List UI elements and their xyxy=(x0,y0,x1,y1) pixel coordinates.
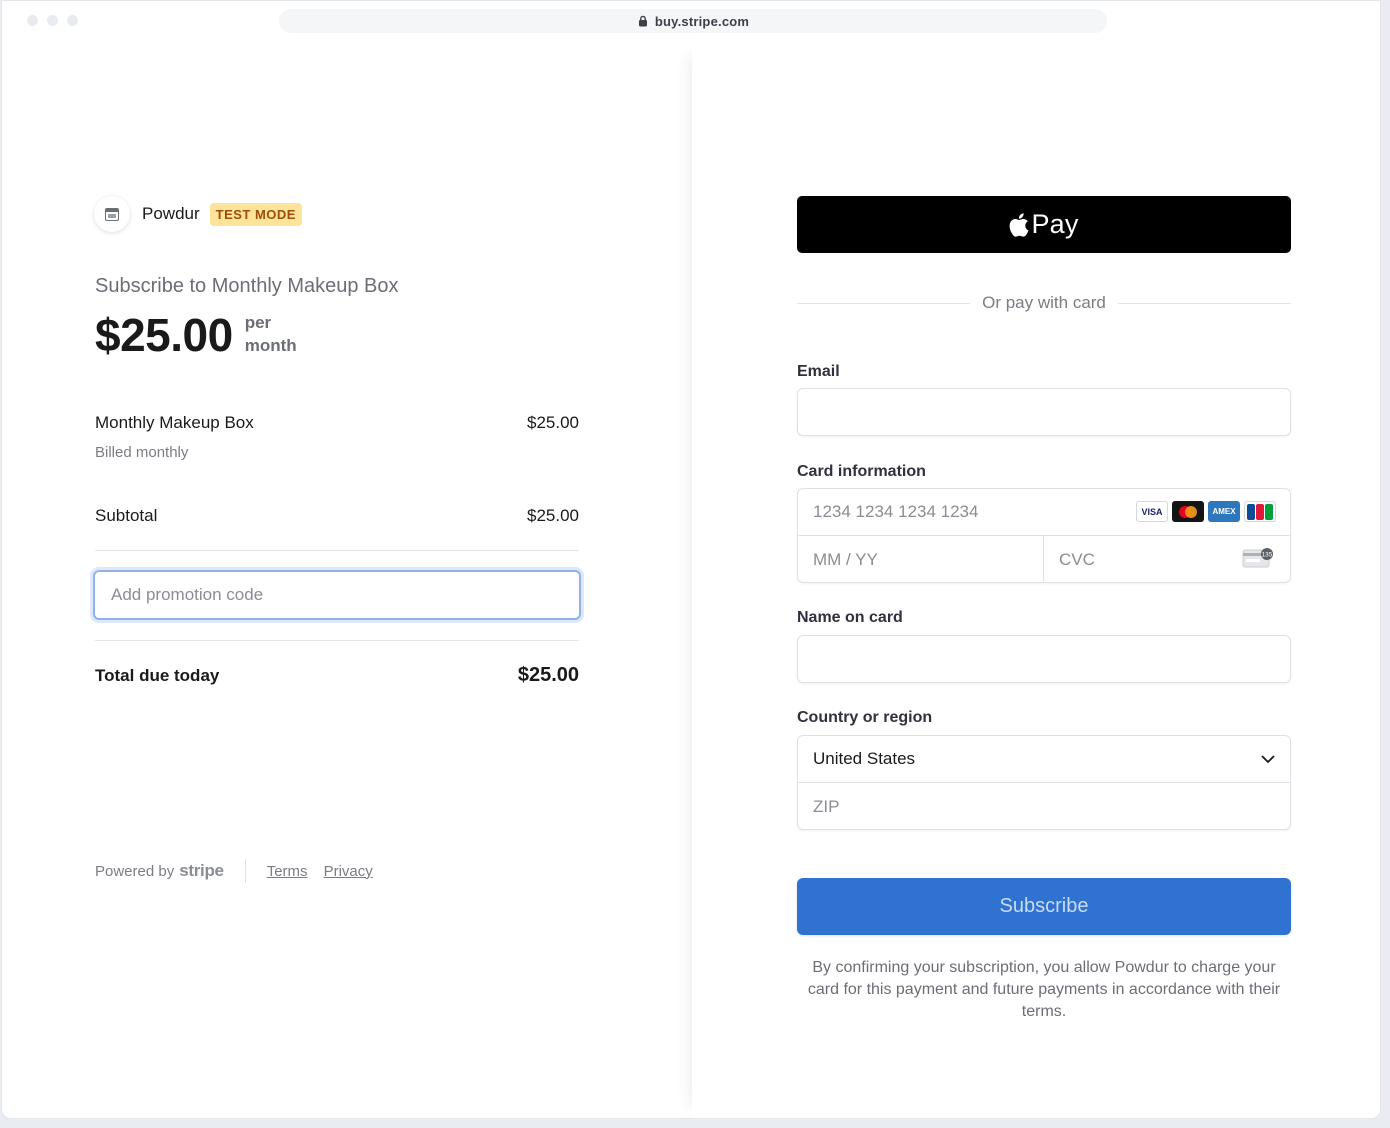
zip-wrapper xyxy=(798,783,1290,830)
total-label: Total due today xyxy=(95,666,220,685)
footer-separator xyxy=(244,859,246,883)
powered-by-text: Powered by xyxy=(95,862,175,880)
divider-text: Or pay with card xyxy=(982,293,1106,312)
browser-window: buy.stripe.com Powdur TEST MODE Subscrib… xyxy=(1,0,1381,1119)
total-value: $25.00 xyxy=(517,664,579,686)
divider-line xyxy=(1117,302,1292,304)
promotion-code-input[interactable] xyxy=(93,570,581,620)
line-item-billing: Billed monthly xyxy=(95,444,189,461)
visa-icon: VISA xyxy=(1136,501,1168,522)
test-mode-badge: TEST MODE xyxy=(209,202,302,226)
minimize-window-dot[interactable] xyxy=(47,15,58,26)
card-expiry-wrapper xyxy=(798,536,1044,583)
card-number-wrapper: VISA AMEX xyxy=(798,489,1290,536)
cvc-card-icon: 135 xyxy=(1242,548,1273,568)
zip-input[interactable] xyxy=(798,783,1290,830)
divider xyxy=(95,550,579,551)
stripe-logo[interactable]: stripe xyxy=(179,861,224,881)
card-cvc-wrapper: 135 xyxy=(1044,536,1290,583)
amex-icon: AMEX xyxy=(1208,501,1240,522)
footer: Powered by stripe Terms Privacy xyxy=(95,859,389,883)
billing-period-line1: per xyxy=(244,313,272,332)
country-group: United States xyxy=(797,735,1291,830)
apple-pay-button[interactable]: Pay xyxy=(797,196,1291,253)
line-item-name: Monthly Makeup Box xyxy=(95,413,254,432)
mastercard-icon xyxy=(1172,501,1204,522)
terms-link[interactable]: Terms xyxy=(267,863,308,880)
pay-with-card-divider: Or pay with card xyxy=(797,293,1292,313)
email-field[interactable] xyxy=(798,389,1290,435)
close-window-dot[interactable] xyxy=(27,15,38,26)
country-select[interactable]: United States xyxy=(798,736,1290,783)
apple-icon xyxy=(1010,212,1029,237)
subtotal-value: $25.00 xyxy=(527,506,579,525)
country-value: United States xyxy=(813,749,916,768)
product-title: Subscribe to Monthly Makeup Box xyxy=(95,275,399,297)
billing-period-line2: month xyxy=(244,336,297,355)
chevron-down-icon xyxy=(1261,755,1275,763)
address-bar[interactable]: buy.stripe.com xyxy=(279,9,1107,33)
cvc-card-icon-digits: 135 xyxy=(1262,552,1273,559)
merchant-name[interactable]: Powdur xyxy=(142,204,200,224)
storefront-icon[interactable] xyxy=(94,196,130,232)
email-field-wrapper xyxy=(797,388,1291,436)
price-display: $25.00 per month xyxy=(95,309,297,361)
email-label: Email xyxy=(797,363,840,380)
price-amount: $25.00 xyxy=(95,309,233,361)
name-field-wrapper xyxy=(797,635,1291,683)
lock-icon xyxy=(638,15,647,27)
apple-pay-label: Pay xyxy=(1031,209,1079,239)
line-item: Monthly Makeup Box $25.00 xyxy=(95,413,579,433)
card-expiry-input[interactable] xyxy=(798,536,1043,583)
country-label: Country or region xyxy=(797,709,933,726)
zoom-window-dot[interactable] xyxy=(67,15,78,26)
name-on-card-input[interactable] xyxy=(798,636,1290,682)
browser-titlebar: buy.stripe.com xyxy=(2,1,1380,41)
card-brands: VISA AMEX xyxy=(1136,501,1276,522)
merchant-header: Powdur TEST MODE xyxy=(94,196,302,232)
address-bar-url: buy.stripe.com xyxy=(654,13,750,29)
billing-period: per month xyxy=(245,311,297,357)
card-information-label: Card information xyxy=(797,463,926,480)
subtotal-label: Subtotal xyxy=(95,506,158,525)
subscription-disclaimer: By confirming your subscription, you all… xyxy=(807,959,1281,1020)
payment-panel: Pay Or pay with card Email Card informat… xyxy=(692,41,1380,1118)
line-item-price: $25.00 xyxy=(527,413,579,432)
jcb-icon xyxy=(1244,501,1276,522)
privacy-link[interactable]: Privacy xyxy=(324,863,373,880)
card-information-group: VISA AMEX xyxy=(797,488,1291,583)
subscribe-button[interactable]: Subscribe xyxy=(797,878,1291,935)
subtotal-row: Subtotal $25.00 xyxy=(95,506,579,526)
total-row: Total due today $25.00 xyxy=(95,664,579,687)
divider xyxy=(95,640,579,641)
order-summary-panel: Powdur TEST MODE Subscribe to Monthly Ma… xyxy=(2,41,692,1118)
divider-line xyxy=(797,302,971,304)
name-on-card-label: Name on card xyxy=(797,609,903,626)
